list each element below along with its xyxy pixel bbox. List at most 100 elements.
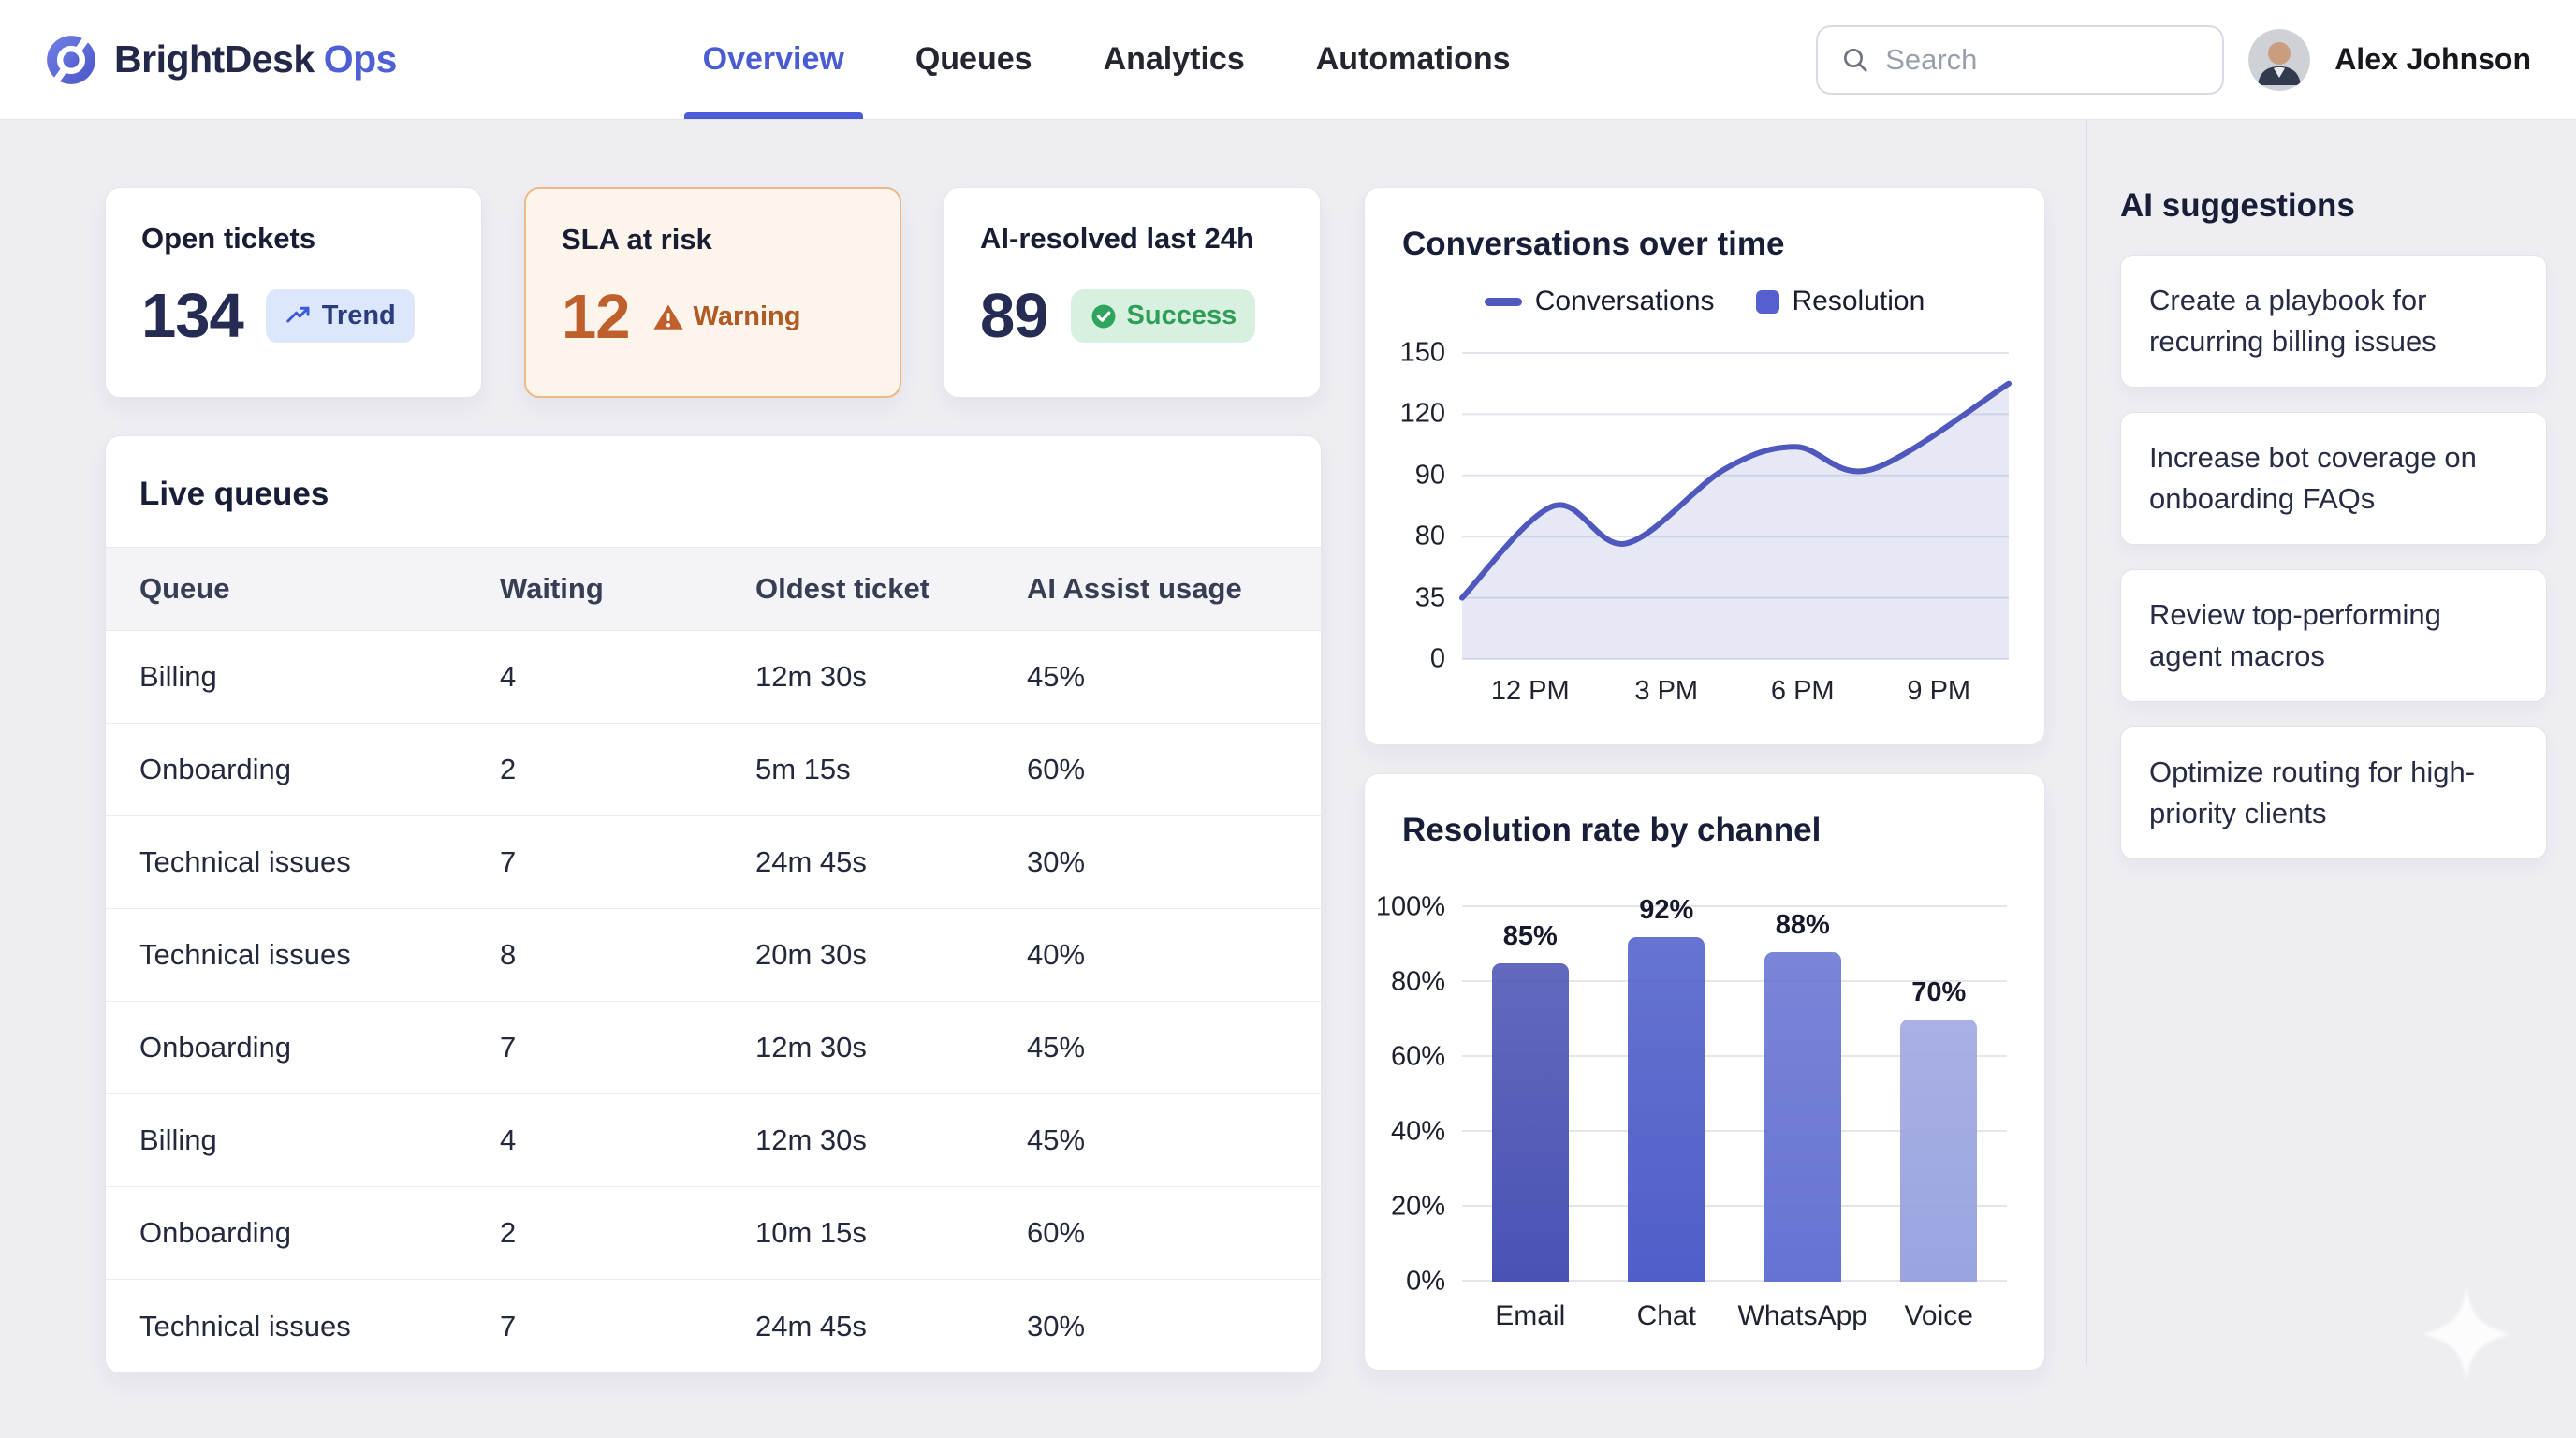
legend-label: Resolution bbox=[1793, 286, 1925, 317]
table-cell: 40% bbox=[1027, 938, 1287, 972]
ai-suggestion-review-top-performing[interactable]: Review top-performing agent macros bbox=[2120, 569, 2547, 702]
table-cell: 4 bbox=[500, 660, 755, 694]
table-cell: Billing bbox=[139, 1123, 500, 1157]
tab-automations[interactable]: Automations bbox=[1316, 0, 1511, 119]
search-box[interactable] bbox=[1816, 25, 2224, 95]
table-cell: Billing bbox=[139, 660, 500, 694]
check-circle-icon bbox=[1090, 302, 1118, 330]
bar-rect bbox=[1492, 963, 1569, 1282]
line-chart-plot: 1501209080350 bbox=[1462, 353, 2007, 659]
x-axis-tick: Chat bbox=[1599, 1300, 1735, 1332]
stat-label: AI-resolved last 24h bbox=[980, 222, 1284, 256]
y-axis-tick: 100% bbox=[1376, 892, 1462, 923]
avatar[interactable] bbox=[2248, 29, 2310, 91]
ai-suggestion-create-a-playbook[interactable]: Create a playbook for recurring billing … bbox=[2120, 255, 2547, 388]
stat-value: 89 bbox=[980, 280, 1048, 352]
table-cell: 10m 15s bbox=[755, 1216, 1027, 1250]
stat-value: 134 bbox=[141, 280, 243, 352]
y-axis-tick: 0% bbox=[1406, 1267, 1462, 1298]
table-cell: 4 bbox=[500, 1123, 755, 1157]
brand-logo-group[interactable]: BrightDeskOps bbox=[45, 34, 397, 86]
table-row[interactable]: Technical issues724m 45s30% bbox=[106, 816, 1321, 909]
table-cell: Onboarding bbox=[139, 1216, 500, 1250]
y-axis-tick: 40% bbox=[1391, 1117, 1462, 1148]
table-cell: 2 bbox=[500, 1216, 755, 1250]
table-cell: Onboarding bbox=[139, 753, 500, 786]
stat-label: Open tickets bbox=[141, 222, 446, 256]
table-row[interactable]: Onboarding210m 15s60% bbox=[106, 1187, 1321, 1280]
bar-chart-x-axis: EmailChatWhatsAppVoice bbox=[1462, 1300, 2007, 1332]
column-header-ai-assist-usage: AI Assist usage bbox=[1027, 572, 1287, 606]
ai-suggestion-optimize-routing-for[interactable]: Optimize routing for high-priority clien… bbox=[2120, 726, 2547, 859]
table-row[interactable]: Billing412m 30s45% bbox=[106, 631, 1321, 724]
warning-icon bbox=[652, 301, 684, 333]
search-icon bbox=[1840, 45, 1870, 75]
bar-value-label: 92% bbox=[1639, 895, 1693, 926]
bar-email: 85% bbox=[1462, 907, 1599, 1282]
y-axis-tick: 35 bbox=[1415, 582, 1462, 613]
table-row[interactable]: Technical issues820m 30s40% bbox=[106, 909, 1321, 1002]
table-cell: 45% bbox=[1027, 1031, 1287, 1064]
line-chart-canvas bbox=[1462, 353, 2007, 659]
tab-analytics[interactable]: Analytics bbox=[1104, 0, 1245, 119]
bar-value-label: 88% bbox=[1776, 910, 1830, 941]
table-row[interactable]: Technical issues724m 45s30% bbox=[106, 1280, 1321, 1372]
tab-overview[interactable]: Overview bbox=[703, 0, 844, 119]
table-cell: 5m 15s bbox=[755, 753, 1027, 786]
x-axis-tick: WhatsApp bbox=[1734, 1300, 1871, 1332]
trend-up-icon bbox=[285, 302, 313, 330]
app-title: BrightDeskOps bbox=[114, 37, 397, 81]
bar-chat: 92% bbox=[1599, 907, 1735, 1282]
table-cell: 12m 30s bbox=[755, 1031, 1027, 1064]
conversations-chart-card: Conversations over time Conversations Re… bbox=[1364, 187, 2045, 745]
search-input[interactable] bbox=[1885, 43, 2200, 77]
y-axis-tick: 0 bbox=[1430, 644, 1462, 675]
stat-label: SLA at risk bbox=[562, 223, 864, 257]
stat-card-open-tickets: Open tickets 134 Trend bbox=[105, 187, 482, 398]
user-name[interactable]: Alex Johnson bbox=[2334, 42, 2531, 77]
y-axis-tick: 120 bbox=[1400, 399, 1462, 430]
vertical-divider bbox=[2086, 105, 2087, 1365]
bar-rect bbox=[1900, 1020, 1977, 1282]
top-nav: BrightDeskOps Overview Queues Analytics … bbox=[0, 0, 2576, 120]
stat-value: 12 bbox=[562, 281, 630, 353]
x-axis-tick: Voice bbox=[1871, 1300, 2008, 1332]
table-cell: 2 bbox=[500, 753, 755, 786]
stat-card-ai-resolved-last-24h: AI-resolved last 24h 89 Success bbox=[944, 187, 1321, 398]
table-row[interactable]: Onboarding25m 15s60% bbox=[106, 724, 1321, 816]
table-cell: Technical issues bbox=[139, 1310, 500, 1343]
live-queues-card: Live queues Queue Waiting Oldest ticket … bbox=[105, 435, 1322, 1373]
ai-suggestions-title: AI suggestions bbox=[2120, 187, 2547, 225]
table-cell: 30% bbox=[1027, 845, 1287, 879]
x-axis-tick: 9 PM bbox=[1871, 676, 2008, 707]
x-axis-tick: 12 PM bbox=[1462, 676, 1599, 707]
ai-suggestions-panel: AI suggestions Create a playbook for rec… bbox=[2120, 187, 2547, 859]
bar-value-label: 70% bbox=[1911, 977, 1966, 1008]
status-badge: Trend bbox=[266, 289, 415, 343]
ai-suggestion-increase-bot-coverage[interactable]: Increase bot coverage on onboarding FAQs bbox=[2120, 412, 2547, 545]
tab-queues[interactable]: Queues bbox=[915, 0, 1032, 119]
table-cell: 8 bbox=[500, 938, 755, 972]
x-axis-tick: 6 PM bbox=[1734, 676, 1871, 707]
table-cell: 45% bbox=[1027, 660, 1287, 694]
table-cell: 12m 30s bbox=[755, 660, 1027, 694]
badge-label: Warning bbox=[694, 301, 801, 332]
table-cell: 30% bbox=[1027, 1310, 1287, 1343]
table-cell: Onboarding bbox=[139, 1031, 500, 1064]
status-badge: Success bbox=[1071, 289, 1256, 343]
bar-chart-plot: 0%20%40%60%80%100%85%92%88%70% bbox=[1462, 907, 2007, 1282]
line-chart: 1501209080350 12 PM3 PM6 PM9 PM bbox=[1402, 353, 2007, 707]
stat-card-sla-at-risk: SLA at risk 12 Warning bbox=[524, 187, 901, 398]
table-row[interactable]: Onboarding712m 30s45% bbox=[106, 1002, 1321, 1094]
y-axis-tick: 80 bbox=[1415, 521, 1462, 552]
table-cell: 24m 45s bbox=[755, 1310, 1027, 1343]
table-cell: Technical issues bbox=[139, 845, 500, 879]
status-badge: Warning bbox=[652, 301, 801, 333]
bar-voice: 70% bbox=[1871, 907, 2008, 1282]
line-swatch-icon bbox=[1485, 298, 1522, 306]
table-row[interactable]: Billing412m 30s45% bbox=[106, 1094, 1321, 1187]
y-axis-tick: 20% bbox=[1391, 1192, 1462, 1223]
table-cell: 7 bbox=[500, 1310, 755, 1343]
x-axis-tick: Email bbox=[1462, 1300, 1599, 1332]
badge-label: Trend bbox=[322, 301, 396, 331]
